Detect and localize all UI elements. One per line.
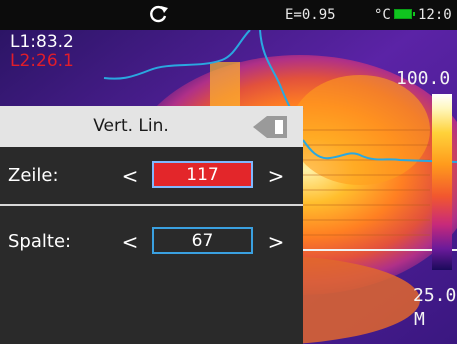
zeile-label: Zeile:: [8, 165, 59, 186]
spalte-value-field[interactable]: 67: [152, 227, 253, 254]
spalte-increment-arrow[interactable]: >: [266, 230, 286, 254]
scale-min-value: 25.0: [413, 285, 457, 306]
temperature-unit: °C: [374, 7, 391, 23]
status-bar: E=0.95 °C 12:0: [0, 0, 457, 30]
panel-header: Vert. Lin.: [0, 106, 303, 147]
panel-title: Vert. Lin.: [93, 116, 169, 136]
spalte-decrement-arrow[interactable]: <: [120, 230, 140, 254]
spalte-label: Spalte:: [8, 231, 72, 252]
row-spalte: Spalte: < 67 >: [0, 222, 303, 262]
row-zeile: Zeile: < 117 >: [0, 156, 303, 196]
refresh-icon[interactable]: [149, 4, 169, 24]
color-scale-bar: [432, 94, 452, 270]
emissivity-value: E=0.95: [285, 7, 336, 23]
zeile-value-field[interactable]: 117: [152, 161, 253, 188]
back-icon[interactable]: [253, 116, 287, 138]
battery-icon: [394, 9, 415, 19]
vert-line-panel: Vert. Lin. Zeile: < 117 > Spalte: < 67 >: [0, 106, 303, 344]
clock: 12:0: [418, 7, 452, 23]
line-1-readout: L1:83.2: [10, 32, 74, 52]
thermal-camera-screen: E=0.95 °C 12:0 L1:83.2 L2:26.1 100.0 25.…: [0, 0, 457, 344]
zeile-decrement-arrow[interactable]: <: [120, 164, 140, 188]
line-2-readout: L2:26.1: [10, 51, 74, 71]
zeile-increment-arrow[interactable]: >: [266, 164, 286, 188]
row-divider: [0, 204, 303, 206]
scale-mode: M: [414, 309, 425, 330]
scale-max-value: 100.0: [396, 68, 451, 89]
